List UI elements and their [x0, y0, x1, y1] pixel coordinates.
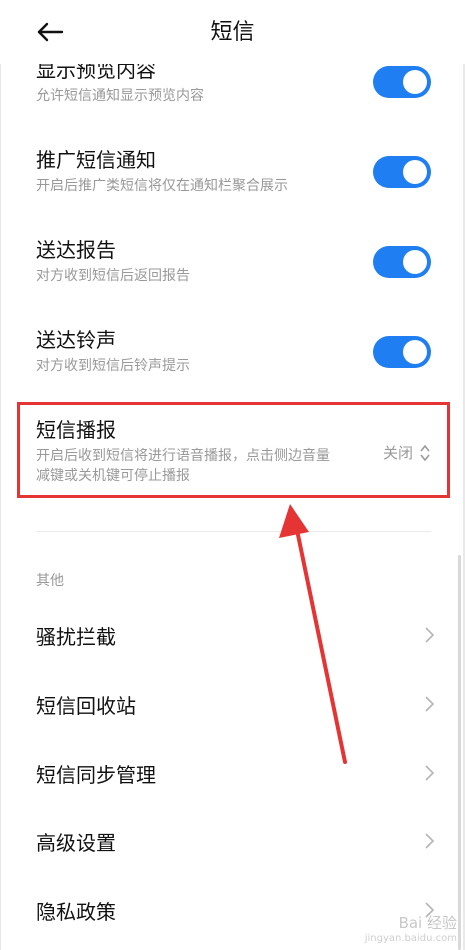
- preview-toggle[interactable]: [373, 66, 431, 98]
- chevron-right-icon: [425, 833, 435, 849]
- page-title: 短信: [210, 20, 255, 45]
- scrollbar[interactable]: [458, 555, 461, 950]
- setting-subtitle: 对方收到短信后返回报告: [36, 268, 190, 284]
- section-divider: [36, 531, 431, 532]
- setting-subtitle: 允许短信通知显示预览内容: [36, 88, 204, 104]
- toggle-knob: [403, 160, 427, 184]
- nav-item-recycle-bin[interactable]: 短信回收站: [36, 684, 435, 724]
- nav-item-label: 隐私政策: [36, 899, 116, 924]
- nav-item-label: 短信回收站: [36, 693, 136, 718]
- nav-item-label: 高级设置: [36, 830, 116, 855]
- section-label-other: 其他: [36, 573, 64, 589]
- setting-title: 送达报告: [36, 238, 116, 262]
- delivery-sound-toggle[interactable]: [373, 336, 431, 368]
- promo-toggle[interactable]: [373, 156, 431, 188]
- chevron-right-icon: [425, 627, 435, 643]
- setting-subtitle: 对方收到短信后铃声提示: [36, 358, 190, 374]
- watermark-url: jingyan.baidu.com: [364, 933, 457, 944]
- toggle-knob: [403, 70, 427, 94]
- setting-row-delivery-sound[interactable]: 送达铃声 对方收到短信后铃声提示: [36, 326, 431, 376]
- arrow-head: [279, 504, 309, 538]
- setting-row-promo[interactable]: 推广短信通知 开启后推广类短信将仅在通知栏聚合展示: [36, 146, 431, 196]
- setting-title: 推广短信通知: [36, 148, 156, 172]
- left-edge: [0, 0, 1, 950]
- watermark: Bai 经验 jingyan.baidu.com: [365, 912, 457, 944]
- toggle-knob: [403, 250, 427, 274]
- setting-row-delivery-report[interactable]: 送达报告 对方收到短信后返回报告: [36, 236, 431, 286]
- toggle-knob: [403, 340, 427, 364]
- nav-item-sync-manage[interactable]: 短信同步管理: [36, 753, 435, 793]
- setting-subtitle: 开启后推广类短信将仅在通知栏聚合展示: [36, 178, 288, 194]
- delivery-report-toggle[interactable]: [373, 246, 431, 278]
- watermark-logo-text: Bai 经验: [398, 914, 457, 932]
- settings-screen: 显示预览内容 允许短信通知显示预览内容 推广短信通知 开启后推广类短信将仅在通知…: [0, 0, 465, 950]
- nav-item-advanced-settings[interactable]: 高级设置: [36, 821, 435, 861]
- nav-item-spam-block[interactable]: 骚扰拦截: [36, 615, 435, 655]
- nav-item-label: 骚扰拦截: [36, 624, 116, 649]
- highlight-annotation-box: [17, 402, 450, 498]
- setting-title: 送达铃声: [36, 328, 116, 352]
- nav-item-label: 短信同步管理: [36, 762, 156, 787]
- chevron-right-icon: [425, 696, 435, 712]
- top-bar: 短信: [0, 0, 465, 64]
- chevron-right-icon: [425, 765, 435, 781]
